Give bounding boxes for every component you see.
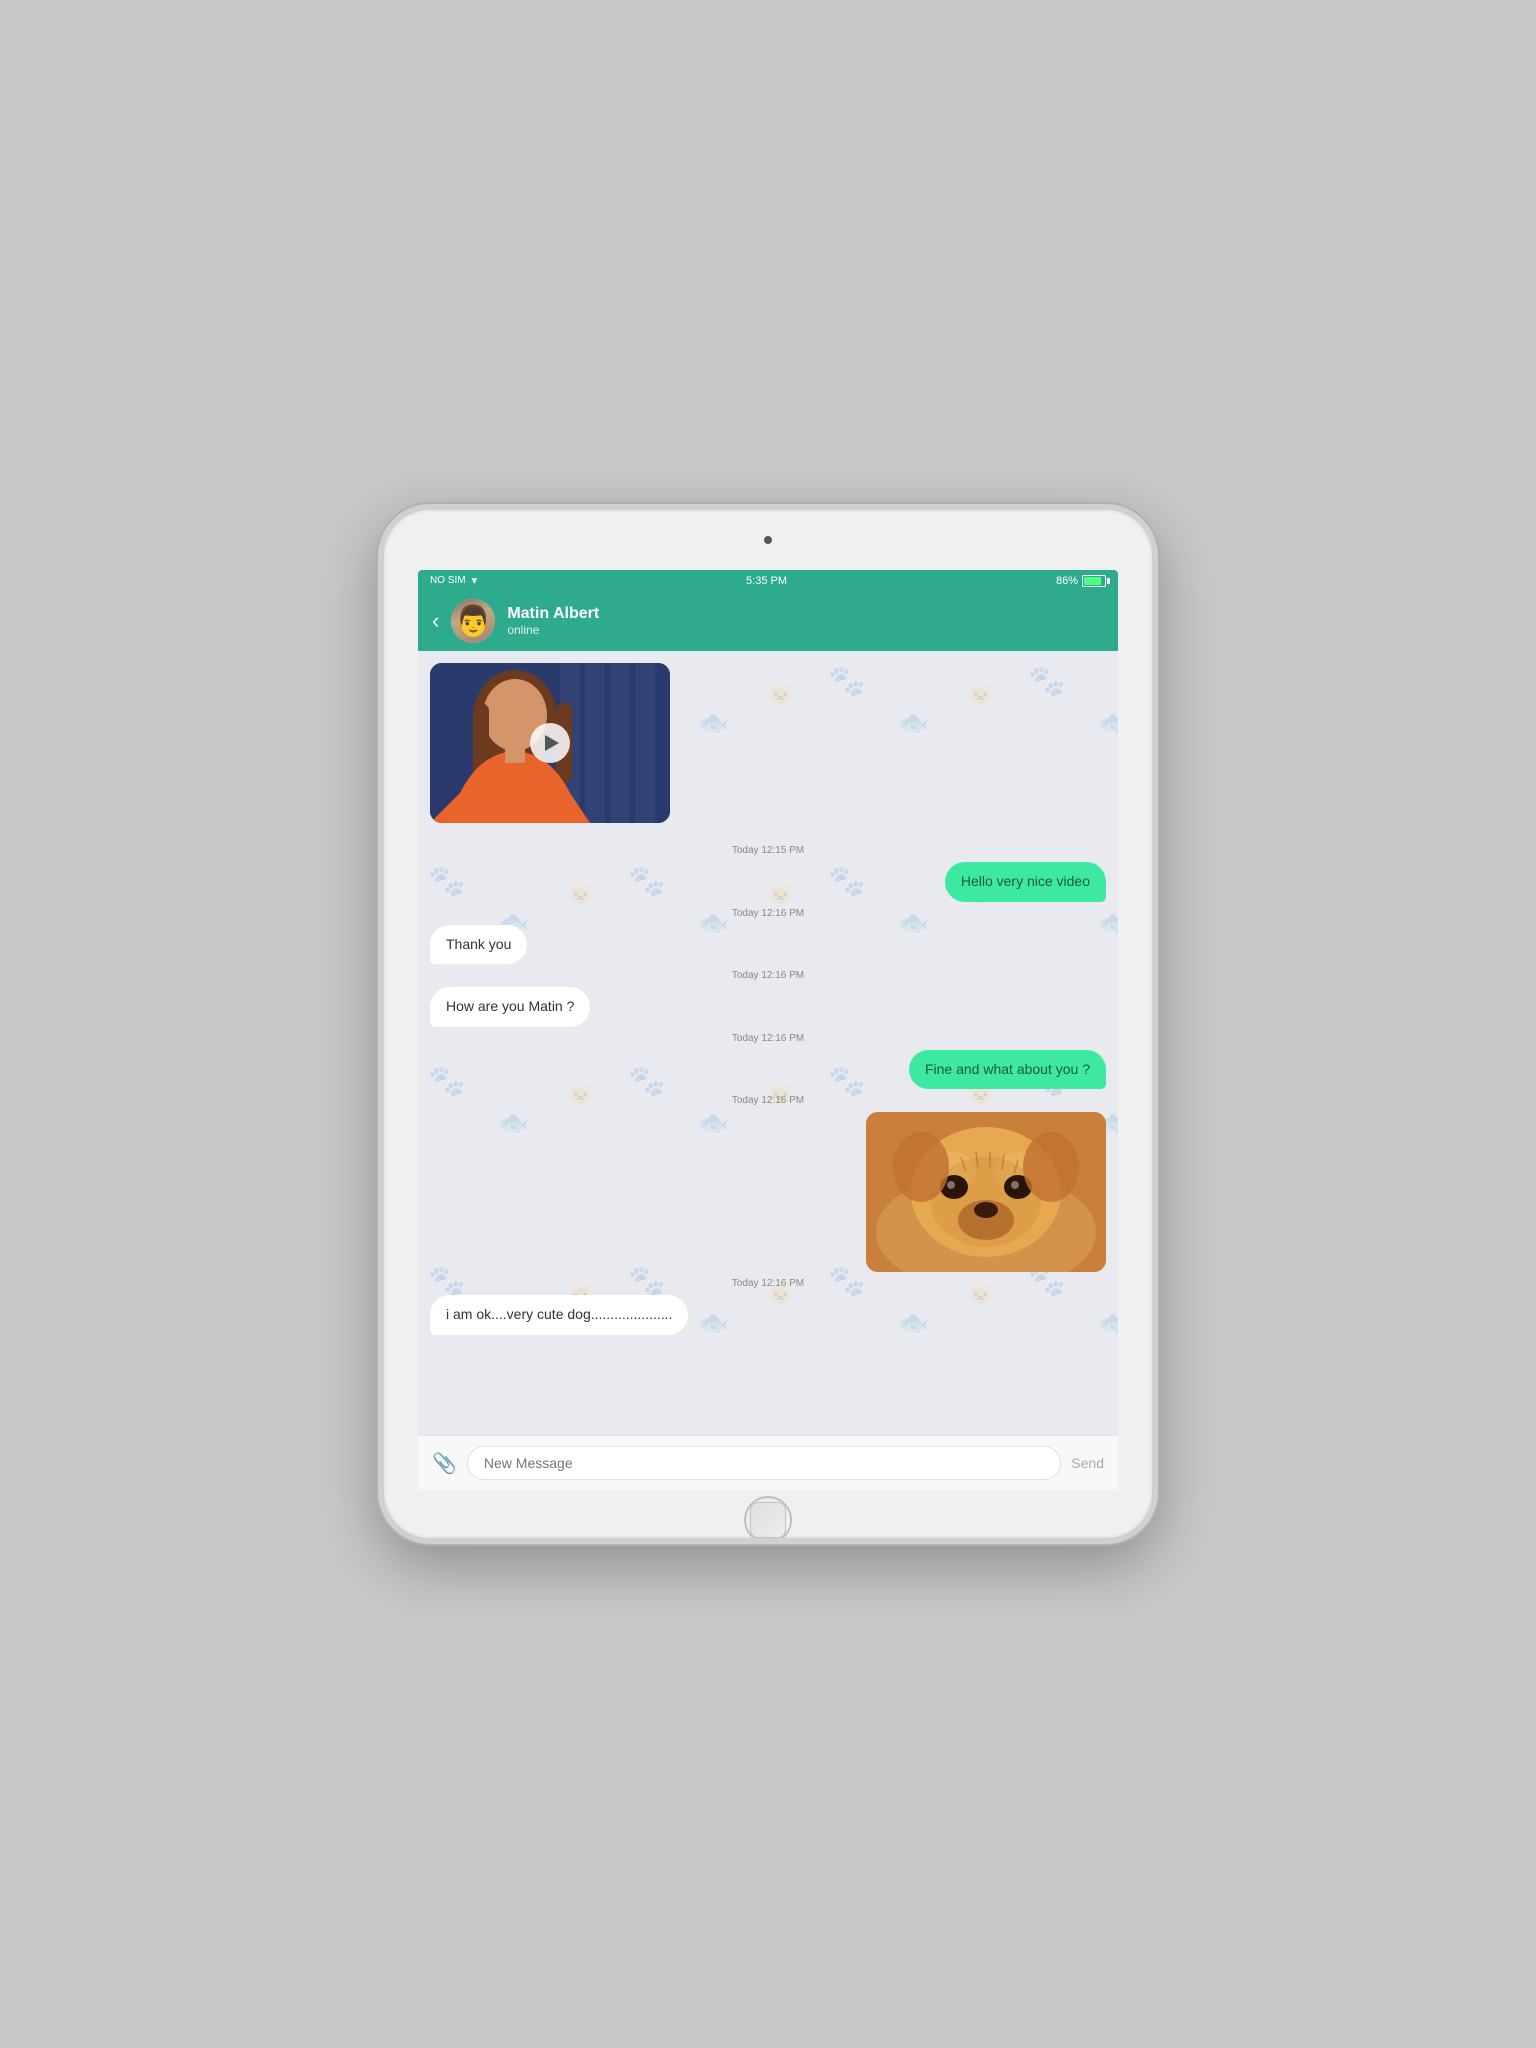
message-row-5: Fine and what about you ? [430, 1050, 1106, 1090]
bubble-right-1: Hello very nice video [945, 862, 1106, 902]
camera-dot [764, 536, 772, 544]
play-button[interactable] [530, 723, 570, 763]
status-left: NO SIM ▾ [430, 574, 477, 587]
home-button-inner [750, 1502, 786, 1538]
battery-icon [1082, 575, 1106, 587]
timestamp-3: Today 12:16 PM [430, 970, 1106, 981]
video-thumbnail[interactable] [430, 663, 670, 823]
battery-percent: 86% [1056, 575, 1078, 587]
message-row-4: How are you Matin ? [430, 987, 1106, 1027]
message-row-6: i am ok....very cute dog................… [430, 1295, 1106, 1335]
message-text-1: Hello very nice video [961, 873, 1090, 889]
contact-name: Matin Albert [507, 605, 599, 623]
bubble-right-2: Fine and what about you ? [909, 1050, 1106, 1090]
status-bar: NO SIM ▾ 5:35 PM 86% [418, 570, 1118, 591]
clock: 5:35 PM [746, 575, 787, 587]
home-button[interactable] [744, 1496, 792, 1544]
timestamp-6: Today 12:16 PM [430, 1278, 1106, 1289]
timestamp-4: Today 12:16 PM [430, 1033, 1106, 1044]
chat-header: ‹ Matin Albert online [418, 591, 1118, 651]
no-sim-label: NO SIM [430, 575, 466, 586]
play-icon [545, 735, 559, 751]
ipad-bottom [384, 1490, 1152, 1544]
message-row-3: Thank you [430, 925, 1106, 965]
contact-status: online [507, 623, 599, 637]
dog-image-bubble[interactable] [866, 1112, 1106, 1272]
message-text-3: How are you Matin ? [446, 998, 574, 1014]
timestamp-2: Today 12:16 PM [430, 908, 1106, 919]
message-row-2: Hello very nice video [430, 862, 1106, 902]
message-text-4: Fine and what about you ? [925, 1061, 1090, 1077]
wifi-icon: ▾ [472, 574, 478, 587]
timestamp-1: Today 12:15 PM [430, 845, 1106, 856]
contact-info: Matin Albert online [507, 605, 599, 637]
timestamp-5: Today 12:16 PM [430, 1095, 1106, 1106]
ipad-top-bar [384, 510, 1152, 570]
chat-area[interactable]: Today 12:15 PM Hello very nice video Tod… [418, 651, 1118, 1435]
message-text-2: Thank you [446, 936, 511, 952]
ipad-device: NO SIM ▾ 5:35 PM 86% ‹ Matin Albert onli… [378, 504, 1158, 1544]
message-input[interactable] [467, 1446, 1061, 1480]
bubble-left-1: Thank you [430, 925, 527, 965]
dog-image [866, 1112, 1106, 1272]
bubble-left-3: i am ok....very cute dog................… [430, 1295, 688, 1335]
input-bar: 📎 Send [418, 1435, 1118, 1490]
status-right: 86% [1056, 575, 1106, 587]
message-text-5: i am ok....very cute dog................… [446, 1306, 672, 1322]
ipad-screen: NO SIM ▾ 5:35 PM 86% ‹ Matin Albert onli… [418, 570, 1118, 1490]
bubble-left-2: How are you Matin ? [430, 987, 590, 1027]
send-button[interactable]: Send [1071, 1455, 1104, 1471]
dog-svg [866, 1112, 1106, 1272]
video-message-row [430, 663, 1106, 839]
back-button[interactable]: ‹ [432, 610, 439, 632]
attach-button[interactable]: 📎 [432, 1451, 457, 1476]
battery-fill [1084, 577, 1101, 585]
avatar-face [451, 599, 495, 643]
avatar [451, 599, 495, 643]
dog-image-row [430, 1112, 1106, 1272]
